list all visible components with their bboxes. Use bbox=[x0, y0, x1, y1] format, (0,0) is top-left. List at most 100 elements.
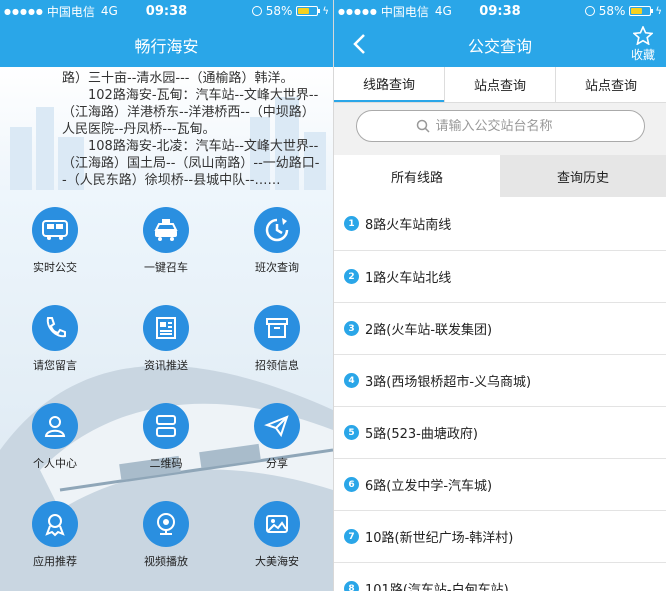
tile-share[interactable]: 分享 bbox=[232, 403, 322, 483]
search-box[interactable] bbox=[356, 110, 645, 142]
tile-label: 资讯推送 bbox=[144, 359, 188, 372]
news-text: ……（凤山南路）--一幼路口--（江海东路）三十亩--清水园---（通榆路）韩洋… bbox=[62, 67, 321, 189]
route-index-badge: 5 bbox=[344, 425, 359, 440]
tile-label: 视频播放 bbox=[144, 555, 188, 568]
route-name: 5路(523-曲塘政府) bbox=[365, 427, 478, 442]
page-title: 公交查询 bbox=[467, 36, 532, 56]
route-name: 3路(西场银桥超市-义乌商城) bbox=[365, 375, 532, 390]
tile-label: 班次查询 bbox=[255, 261, 299, 274]
tab-stop-query-2[interactable]: 站点查询 bbox=[555, 67, 666, 102]
status-bar: ●●●●● 中国电信 4G 09:38 58% ϟ bbox=[0, 0, 333, 22]
alarm-icon bbox=[251, 6, 262, 16]
list-item[interactable]: 5 5路(523-曲塘政府) bbox=[334, 407, 666, 459]
back-button[interactable] bbox=[344, 27, 374, 61]
network-type: 4G bbox=[100, 4, 118, 18]
list-item[interactable]: 1 8路火车站南线 bbox=[334, 197, 666, 251]
battery-percent: 58% bbox=[265, 4, 293, 18]
status-bar: ●●●●● 中国电信 4G 09:38 58% ϟ bbox=[334, 0, 666, 22]
newspaper-icon bbox=[143, 305, 189, 351]
schedule-clock-icon bbox=[254, 207, 300, 253]
box-icon bbox=[254, 305, 300, 351]
favorite-button[interactable]: 收藏 bbox=[626, 24, 660, 64]
tile-qrcode[interactable]: 二维码 bbox=[121, 403, 211, 483]
tile-lost-found[interactable]: 招领信息 bbox=[232, 305, 322, 385]
nav-bar: 公交查询 收藏 bbox=[334, 22, 666, 67]
list-item[interactable]: 6 6路(立发中学-汽车城) bbox=[334, 459, 666, 511]
search-input[interactable] bbox=[435, 118, 586, 134]
tile-news-push[interactable]: 资讯推送 bbox=[121, 305, 211, 385]
route-index-badge: 7 bbox=[344, 529, 359, 544]
camera-icon bbox=[143, 501, 189, 547]
left-screen: ●●●●● 中国电信 4G 09:38 58% ϟ 畅行海安 ……（凤山南路）-… bbox=[0, 0, 333, 591]
alarm-icon bbox=[584, 6, 595, 16]
tile-personal-center[interactable]: 个人中心 bbox=[10, 403, 100, 483]
qrcode-icon bbox=[143, 403, 189, 449]
picture-icon bbox=[254, 501, 300, 547]
query-tabs: 线路查询 站点查询 站点查询 bbox=[334, 67, 666, 103]
route-name: 8路火车站南线 bbox=[365, 218, 452, 233]
route-name: 6路(立发中学-汽车城) bbox=[365, 479, 493, 494]
route-index-badge: 6 bbox=[344, 477, 359, 492]
tile-beautiful-haian[interactable]: 大美海安 bbox=[232, 501, 322, 581]
right-screen: ●●●●● 中国电信 4G 09:38 58% ϟ 公交查询 收藏 线路查询 站… bbox=[333, 0, 666, 591]
tile-leave-message[interactable]: 请您留言 bbox=[10, 305, 100, 385]
route-name: 1路火车站北线 bbox=[365, 271, 452, 286]
list-item[interactable]: 4 3路(西场银桥超市-义乌商城) bbox=[334, 355, 666, 407]
route-index-badge: 4 bbox=[344, 373, 359, 388]
tab-route-query[interactable]: 线路查询 bbox=[334, 67, 444, 102]
tile-label: 二维码 bbox=[149, 457, 183, 470]
tab-stop-query[interactable]: 站点查询 bbox=[444, 67, 555, 102]
taxi-icon bbox=[143, 207, 189, 253]
nav-bar: 畅行海安 bbox=[0, 22, 333, 67]
news-paragraph: 108路海安-北凌：汽车站--文峰大世界--（江海路）国土局--（凤山南路）--… bbox=[62, 139, 320, 188]
bus-icon bbox=[32, 207, 78, 253]
route-index-badge: 2 bbox=[344, 269, 359, 284]
subtab-all-routes[interactable]: 所有线路 bbox=[334, 155, 500, 197]
tile-schedule-query[interactable]: 班次查询 bbox=[232, 207, 322, 287]
list-item[interactable]: 7 10路(新世纪广场-韩洋村) bbox=[334, 511, 666, 563]
route-subtabs: 所有线路 查询历史 bbox=[334, 155, 666, 197]
battery-icon bbox=[629, 6, 654, 16]
paper-plane-icon bbox=[254, 403, 300, 449]
signal-dots-icon: ●●●●● bbox=[338, 6, 378, 16]
tile-app-recommend[interactable]: 应用推荐 bbox=[10, 501, 100, 581]
news-paragraph: 102路海安-瓦甸：汽车站--文峰大世界--（江海路）洋港桥东--洋港桥西--（… bbox=[62, 88, 319, 137]
charging-icon: ϟ bbox=[322, 5, 329, 17]
charging-icon: ϟ bbox=[655, 5, 662, 17]
function-grid: 实时公交 一键召车 班次查询 请您留言 资讯推送 招领信息 个人中心 二维码 分… bbox=[0, 190, 333, 591]
battery-percent: 58% bbox=[598, 4, 626, 18]
battery-icon bbox=[296, 6, 321, 16]
tile-label: 实时公交 bbox=[33, 261, 77, 274]
search-area bbox=[334, 103, 666, 155]
star-icon bbox=[633, 25, 653, 45]
tile-label: 大美海安 bbox=[255, 555, 299, 568]
badge-icon bbox=[32, 501, 78, 547]
tile-realtime-bus[interactable]: 实时公交 bbox=[10, 207, 100, 287]
favorite-label: 收藏 bbox=[630, 47, 655, 62]
route-index-badge: 1 bbox=[344, 216, 359, 231]
tile-label: 应用推荐 bbox=[33, 555, 77, 568]
tile-label: 个人中心 bbox=[33, 457, 77, 470]
tile-label: 一键召车 bbox=[144, 261, 188, 274]
tile-call-taxi[interactable]: 一键召车 bbox=[121, 207, 211, 287]
list-item[interactable]: 3 2路(火车站-联发集团) bbox=[334, 303, 666, 355]
signal-dots-icon: ●●●●● bbox=[4, 6, 44, 16]
news-scroller[interactable]: ……（凤山南路）--一幼路口--（江海东路）三十亩--清水园---（通榆路）韩洋… bbox=[0, 67, 333, 190]
carrier-name: 中国电信 bbox=[380, 4, 429, 19]
route-name: 2路(火车站-联发集团) bbox=[365, 323, 493, 338]
page-title: 畅行海安 bbox=[134, 36, 199, 56]
route-index-badge: 3 bbox=[344, 321, 359, 336]
search-icon bbox=[416, 119, 430, 133]
tile-video-play[interactable]: 视频播放 bbox=[121, 501, 211, 581]
network-type: 4G bbox=[434, 4, 452, 18]
route-name: 101路(汽车站-白甸车站) bbox=[365, 583, 509, 591]
carrier-name: 中国电信 bbox=[46, 4, 95, 19]
subtab-query-history[interactable]: 查询历史 bbox=[500, 155, 666, 197]
tile-label: 招领信息 bbox=[255, 359, 299, 372]
route-name: 10路(新世纪广场-韩洋村) bbox=[365, 531, 514, 546]
route-list: 1 8路火车站南线 2 1路火车站北线 3 2路(火车站-联发集团) 4 3路(西场银桥… bbox=[334, 197, 666, 591]
user-icon bbox=[32, 403, 78, 449]
chevron-left-icon bbox=[353, 34, 365, 54]
list-item[interactable]: 8 101路(汽车站-白甸车站) bbox=[334, 563, 666, 591]
list-item[interactable]: 2 1路火车站北线 bbox=[334, 251, 666, 303]
